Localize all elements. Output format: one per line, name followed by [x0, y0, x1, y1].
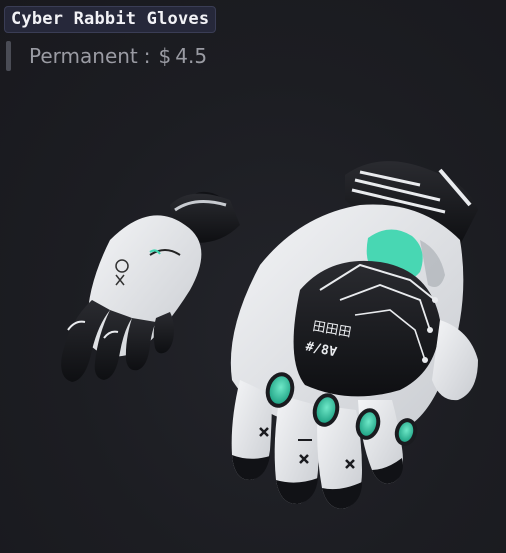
- right-glove: 田田田 #/8Ɐ: [230, 161, 478, 509]
- item-preview-panel: Cyber Rabbit Gloves Permanent: $4.5 田田田 …: [0, 0, 506, 553]
- gloves-image: 田田田 #/8Ɐ: [61, 161, 478, 509]
- left-glove: [61, 191, 240, 382]
